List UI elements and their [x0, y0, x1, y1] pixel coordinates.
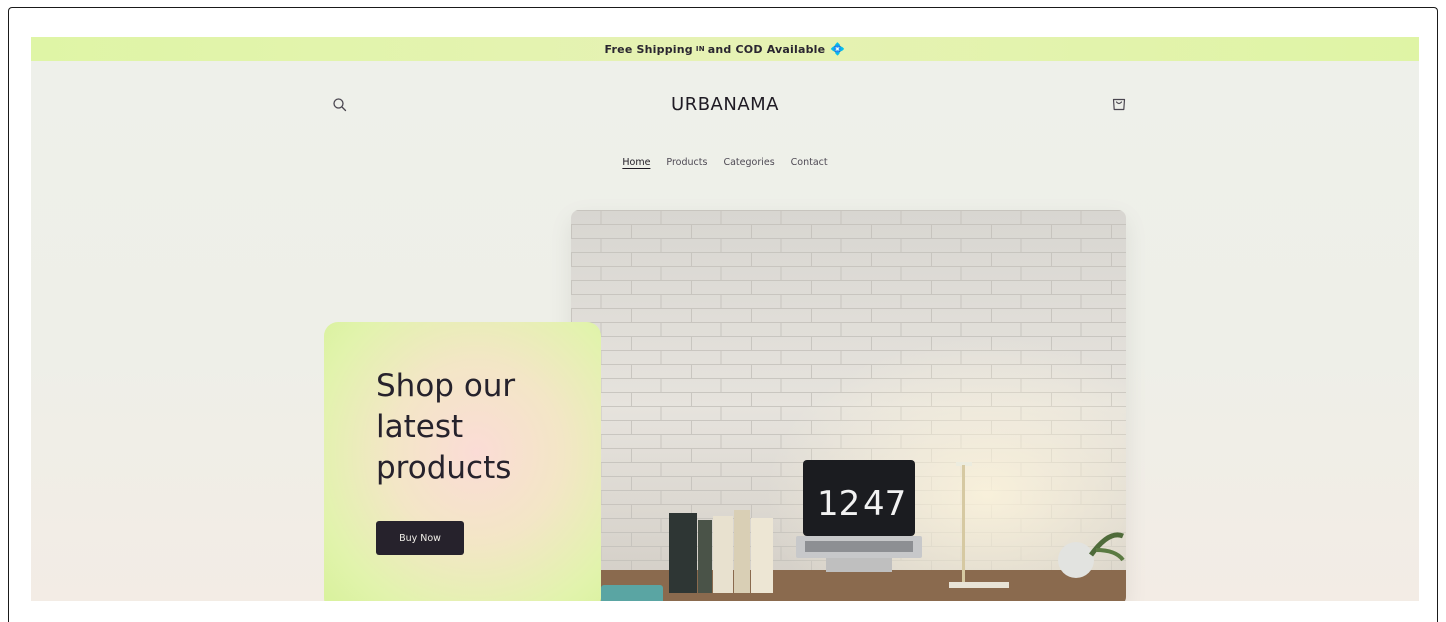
hero-card: Shop our latest products Buy Now — [324, 322, 601, 601]
hero-heading: Shop our latest products — [376, 368, 516, 486]
storefront-page: Free Shipping IN and COD Available 💠 URB… — [31, 37, 1419, 601]
india-flag-label: IN — [695, 45, 705, 53]
nav-item-products[interactable]: Products — [666, 157, 707, 168]
site-header: URBANAMA — [31, 61, 1419, 151]
site-logo[interactable]: URBANAMA — [31, 94, 1419, 115]
nav-item-contact[interactable]: Contact — [791, 157, 828, 168]
main-navigation: Home Products Categories Contact — [31, 157, 1419, 168]
buy-now-button[interactable]: Buy Now — [376, 521, 464, 555]
books — [669, 510, 773, 593]
nav-item-home[interactable]: Home — [622, 157, 650, 168]
browser-frame: Free Shipping IN and COD Available 💠 URB… — [8, 7, 1438, 622]
cart-button[interactable] — [1110, 95, 1128, 113]
clock-minutes: 47 — [863, 484, 906, 524]
announcement-text-end: and COD Available — [707, 42, 826, 56]
announcement-text-start: Free Shipping — [604, 42, 693, 56]
nav-item-categories[interactable]: Categories — [723, 157, 774, 168]
gem-icon: 💠 — [830, 42, 846, 56]
cart-icon — [1112, 98, 1126, 111]
announcement-bar: Free Shipping IN and COD Available 💠 — [31, 37, 1419, 61]
laptop-clock: 12 47 — [796, 460, 922, 572]
hero-image: 12 47 — [571, 210, 1126, 601]
clock-hours: 12 — [817, 484, 860, 524]
desk-with-clock-illustration: 12 47 — [571, 210, 1126, 601]
